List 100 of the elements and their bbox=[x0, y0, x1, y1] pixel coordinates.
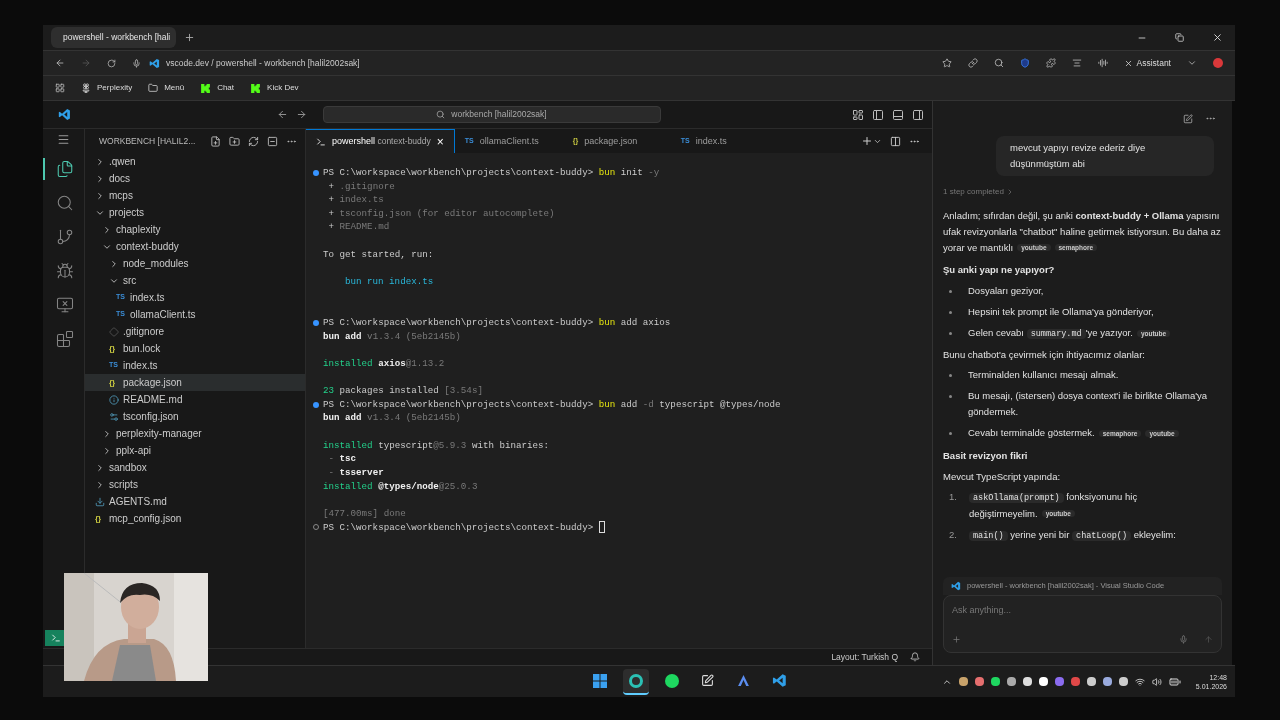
new-tab-icon[interactable] bbox=[184, 32, 195, 43]
file-item[interactable]: README.md bbox=[85, 391, 305, 408]
back-icon[interactable] bbox=[55, 58, 65, 68]
menu-icon[interactable] bbox=[57, 133, 70, 146]
item-name: ollamaClient.ts bbox=[130, 308, 196, 322]
restore-icon[interactable] bbox=[1175, 33, 1184, 42]
new-terminal-icon[interactable] bbox=[861, 135, 873, 147]
search-icon bbox=[436, 110, 446, 119]
volume-icon[interactable] bbox=[1151, 676, 1162, 687]
extensions-icon[interactable] bbox=[1045, 58, 1056, 68]
notifications-icon[interactable] bbox=[910, 652, 920, 662]
reader-icon[interactable] bbox=[1071, 58, 1082, 68]
refresh-icon[interactable] bbox=[248, 135, 259, 147]
folder-icon bbox=[148, 83, 159, 93]
split-icon[interactable] bbox=[890, 135, 901, 147]
new-file-icon[interactable] bbox=[210, 135, 221, 147]
item-name: tsconfig.json bbox=[123, 410, 179, 424]
close-icon[interactable] bbox=[1212, 32, 1223, 43]
folder-item[interactable]: scripts bbox=[85, 476, 305, 493]
terminal-line: + tsconfig.json (for editor autocomplete) bbox=[327, 206, 555, 221]
bullet-icon bbox=[949, 432, 952, 436]
reload-icon[interactable] bbox=[107, 58, 116, 68]
terminal-line: + README.md bbox=[327, 220, 390, 235]
editor-tab[interactable]: powershell context-buddy × bbox=[306, 129, 455, 153]
bookmark[interactable]: Menü bbox=[148, 82, 185, 94]
list-item: Bu mesajı, (istersen) dosya context'i ile birlikte Ollama'ya göndermek. bbox=[968, 389, 1209, 420]
list-number: 2. bbox=[949, 528, 958, 543]
list-item: Hepsini tek prompt ile Ollama'ya gönderiyor, bbox=[968, 305, 1155, 320]
steps-toggle[interactable]: 1 step completed bbox=[943, 184, 1222, 200]
file-item[interactable]: {} package.json bbox=[85, 374, 305, 391]
list-item: main() yerine yeni bir chatLoop() ekleyelim: bbox=[969, 527, 1222, 545]
command-center[interactable]: workbench [halil2002sak] bbox=[322, 106, 661, 123]
bookmark-star-icon[interactable] bbox=[941, 58, 952, 68]
file-item[interactable]: {} bun.lock bbox=[85, 340, 305, 357]
folder-item[interactable]: projects bbox=[85, 204, 305, 221]
folder-item[interactable]: .qwen bbox=[85, 153, 305, 170]
chat-input[interactable]: Ask anything... bbox=[943, 595, 1222, 653]
explorer-title: WORKBENCH [HALIL2... bbox=[99, 134, 197, 148]
microphone-icon[interactable] bbox=[1179, 635, 1188, 644]
toggle-sidebar-icon[interactable] bbox=[872, 108, 884, 121]
new-folder-icon[interactable] bbox=[229, 135, 240, 147]
bullet-icon bbox=[949, 332, 952, 336]
bookmark[interactable]: Chat bbox=[200, 82, 235, 94]
folder-item[interactable]: mcps bbox=[85, 187, 305, 204]
close-tab-icon[interactable]: × bbox=[436, 135, 444, 148]
battery-icon[interactable] bbox=[1168, 675, 1181, 688]
profile-icon[interactable] bbox=[1213, 58, 1223, 68]
toggle-secondary-sidebar-icon[interactable] bbox=[912, 108, 924, 121]
browser-app-icon[interactable] bbox=[622, 668, 649, 695]
wifi-icon[interactable] bbox=[1134, 676, 1145, 687]
folder-item[interactable]: sandbox bbox=[85, 459, 305, 476]
file-item[interactable]: AGENTS.md bbox=[85, 493, 305, 510]
remote-button[interactable] bbox=[45, 630, 67, 646]
bookmark[interactable]: Perplexity bbox=[81, 82, 133, 94]
ask-field[interactable]: Ask anything... bbox=[952, 604, 1213, 618]
toggle-panel-icon[interactable] bbox=[892, 108, 904, 121]
file-item[interactable]: {} mcp_config.json bbox=[85, 510, 305, 527]
dropdown-icon[interactable] bbox=[1187, 58, 1197, 68]
chevron-right-icon bbox=[109, 258, 119, 269]
folder-item[interactable]: context-buddy bbox=[85, 238, 305, 255]
bookmark[interactable]: Kick Dev bbox=[250, 82, 299, 94]
link-icon[interactable] bbox=[967, 58, 978, 68]
item-name: chaplexity bbox=[116, 223, 161, 237]
folder-item[interactable]: pplx-api bbox=[85, 442, 305, 459]
new-chat-icon[interactable] bbox=[1183, 113, 1193, 124]
item-name: sandbox bbox=[109, 461, 147, 475]
file-item[interactable]: tsconfig.json bbox=[85, 408, 305, 425]
bullet-icon bbox=[949, 311, 952, 315]
folder-item[interactable]: chaplexity bbox=[85, 221, 305, 238]
attach-icon[interactable] bbox=[952, 635, 961, 644]
terminal-icon bbox=[316, 136, 326, 147]
terminal-line: installed @types/node@25.0.3 bbox=[323, 479, 478, 494]
folder-item[interactable]: docs bbox=[85, 170, 305, 187]
folder-item[interactable]: src bbox=[85, 272, 305, 289]
answer-paragraph: Bunu chatbot'a çevirmek için ihtiyacımız olanlar: bbox=[943, 348, 1146, 363]
collapse-icon[interactable] bbox=[267, 135, 278, 147]
shield-icon[interactable] bbox=[1019, 58, 1030, 68]
terminal-line: + .gitignore bbox=[327, 179, 395, 194]
bullet-icon bbox=[949, 374, 952, 378]
keyboard-layout[interactable]: Layout: Turkish Q bbox=[831, 650, 898, 664]
audio-icon[interactable] bbox=[1097, 58, 1108, 68]
kick-logo-icon bbox=[200, 82, 212, 94]
item-name: README.md bbox=[123, 393, 183, 407]
browser-tab[interactable]: powershell - workbench [hali bbox=[51, 27, 176, 48]
file-item[interactable]: .gitignore bbox=[85, 323, 305, 340]
terminal-line: installed typescript@5.9.3 with binaries: bbox=[323, 438, 550, 453]
forward-icon[interactable] bbox=[295, 109, 307, 120]
chevron-right-icon bbox=[102, 428, 112, 439]
folder-item[interactable]: node_modules bbox=[85, 255, 305, 272]
terminal-line: [477.00ms] done bbox=[323, 506, 406, 521]
back-icon[interactable] bbox=[276, 109, 288, 120]
bullet-icon bbox=[949, 395, 952, 399]
braces-icon: {} bbox=[109, 376, 119, 389]
microphone-icon[interactable] bbox=[132, 58, 141, 68]
layout-icon[interactable] bbox=[852, 108, 864, 121]
apps-icon[interactable] bbox=[55, 83, 65, 93]
folder-item[interactable]: perplexity-manager bbox=[85, 425, 305, 442]
item-name: context-buddy bbox=[116, 240, 179, 254]
assistant-button[interactable]: Assistant bbox=[1123, 56, 1171, 70]
search-icon[interactable] bbox=[993, 58, 1004, 68]
